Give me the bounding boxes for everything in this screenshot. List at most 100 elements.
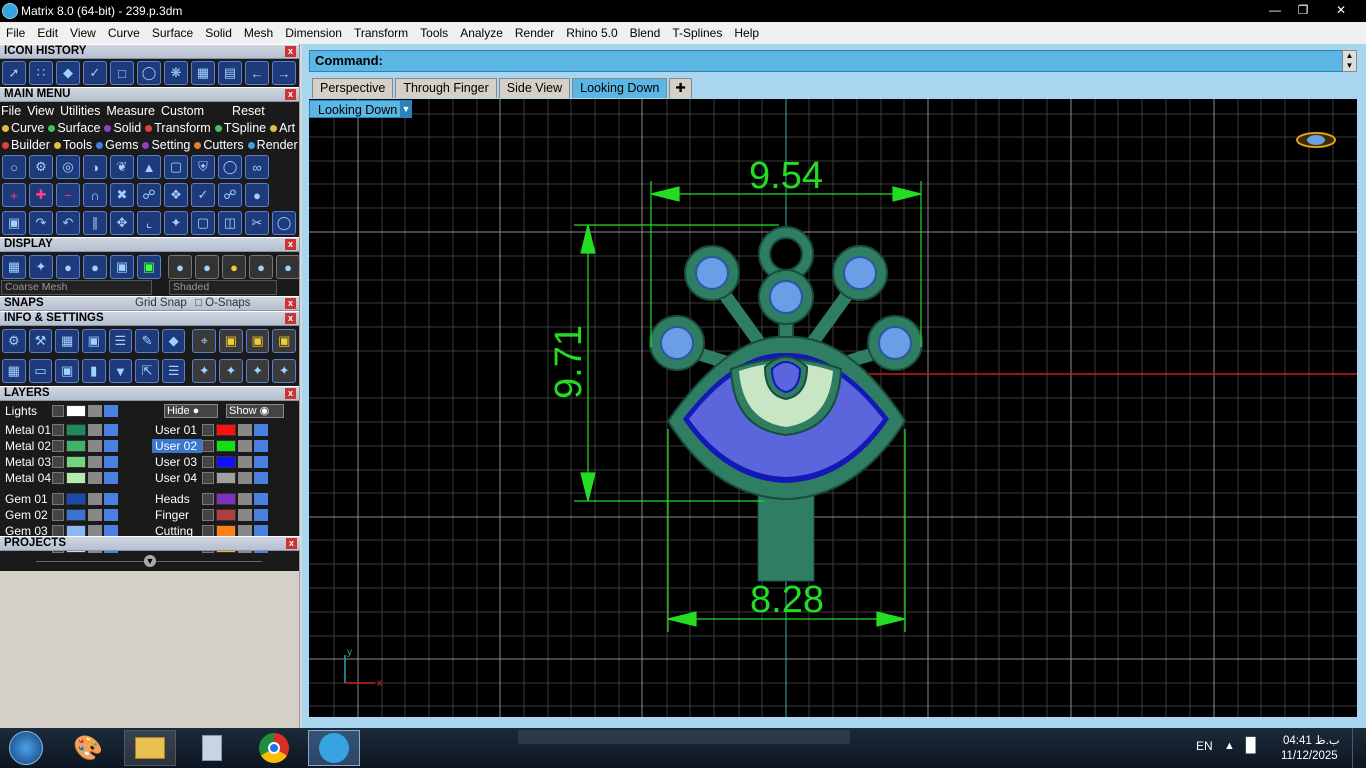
layer-color[interactable]	[216, 424, 236, 436]
layer-row[interactable]: Heads	[152, 491, 270, 507]
layer-color[interactable]	[66, 424, 86, 436]
fan-tool-icon[interactable]: ✦	[164, 211, 188, 235]
circle-tool-icon[interactable]: ○	[2, 155, 26, 179]
menu-file[interactable]: File	[0, 26, 31, 40]
mm-curve[interactable]: Curve	[2, 121, 44, 135]
lock-icon[interactable]	[238, 509, 252, 521]
grid-snap-toggle[interactable]: Grid Snap	[135, 297, 187, 310]
dim-icon[interactable]: ▣	[219, 329, 243, 353]
lock-icon[interactable]	[88, 405, 102, 417]
close-icon[interactable]: x	[285, 388, 296, 399]
plus-tool-icon[interactable]: +	[2, 183, 26, 207]
visible-icon[interactable]	[104, 493, 118, 505]
snap-d-icon[interactable]: ✦	[272, 359, 297, 383]
visible-icon[interactable]	[254, 424, 268, 436]
menu-render[interactable]: Render	[509, 26, 560, 40]
visible-icon[interactable]	[104, 509, 118, 521]
expand-icon[interactable]	[52, 472, 64, 484]
mm-utilities[interactable]: Utilities	[60, 104, 100, 118]
gem-icon[interactable]: ◆	[161, 329, 186, 353]
visible-icon[interactable]	[104, 424, 118, 436]
folder-icon[interactable]: ▤	[218, 61, 242, 85]
layer-color[interactable]	[66, 440, 86, 452]
lock-icon[interactable]	[88, 472, 102, 484]
visible-icon[interactable]	[104, 440, 118, 452]
visible-icon[interactable]	[254, 509, 268, 521]
o-snaps-toggle[interactable]: □ O-Snaps	[195, 297, 251, 310]
lock-icon[interactable]	[238, 424, 252, 436]
link-tool-icon[interactable]: ☍	[137, 183, 161, 207]
visible-icon[interactable]	[254, 493, 268, 505]
layer-color[interactable]	[66, 405, 86, 417]
menu-rhino[interactable]: Rhino 5.0	[560, 26, 623, 40]
filter-icon[interactable]: ▼	[108, 359, 133, 383]
chrome-sphere-icon[interactable]: ●	[276, 255, 299, 279]
tab-looking-down[interactable]: Looking Down	[572, 78, 668, 98]
dash-plus-tool-icon[interactable]: −	[56, 183, 80, 207]
expand-icon[interactable]	[202, 440, 214, 452]
close-icon[interactable]: x	[285, 313, 296, 324]
cross-tool-icon[interactable]: ✖	[110, 183, 134, 207]
paint-icon[interactable]: 🎨	[62, 730, 114, 766]
mm-tspline[interactable]: TSpline	[214, 121, 266, 135]
forward-arrow-icon[interactable]: →	[272, 61, 296, 85]
close-icon[interactable]: ✕	[1326, 0, 1356, 20]
network-icon[interactable]: ▉	[1246, 737, 1257, 754]
mm-gems[interactable]: Gems	[96, 138, 138, 152]
collapse-icon[interactable]: ▼	[144, 555, 156, 567]
layer-row[interactable]: Metal 03	[2, 454, 120, 470]
visible-icon[interactable]	[254, 440, 268, 452]
tab-side-view[interactable]: Side View	[498, 78, 571, 98]
visible-icon[interactable]	[104, 472, 118, 484]
globe-icon[interactable]: ◯	[137, 61, 161, 85]
expand-icon[interactable]	[52, 509, 64, 521]
check-tool-icon[interactable]: ✓	[191, 183, 215, 207]
lock-icon[interactable]	[88, 424, 102, 436]
close-icon[interactable]: x	[285, 46, 296, 57]
lock-icon[interactable]	[88, 440, 102, 452]
plus-alt-tool-icon[interactable]: ✚	[29, 183, 53, 207]
start-button[interactable]	[0, 730, 52, 766]
tray-arrow-icon[interactable]: ▲	[1224, 740, 1235, 752]
box-view-icon[interactable]: ▣	[110, 255, 134, 279]
tab-perspective[interactable]: Perspective	[312, 78, 394, 98]
bend-tool-icon[interactable]: ↶	[56, 211, 80, 235]
pattern-tool-icon[interactable]: ❖	[164, 183, 188, 207]
add-tab-icon[interactable]: ✚	[669, 78, 692, 98]
curve-arrow-icon[interactable]: ↷	[29, 211, 53, 235]
layer-row[interactable]: Metal 04	[2, 470, 120, 486]
frame-tool-icon[interactable]: ▢	[164, 155, 188, 179]
points-tool-icon[interactable]: ∷	[29, 61, 53, 85]
snap-c-icon[interactable]: ✦	[245, 359, 270, 383]
restore-icon[interactable]: ❐	[1290, 0, 1316, 20]
layer-row[interactable]: User 01	[152, 422, 270, 438]
measure-icon[interactable]: ⌖	[192, 329, 217, 353]
lock-icon[interactable]	[238, 472, 252, 484]
select-icon[interactable]: ⇱	[135, 359, 159, 383]
list-icon[interactable]: ☰	[108, 329, 133, 353]
menu-analyze[interactable]: Analyze	[454, 26, 509, 40]
dark-sphere-icon[interactable]: ●	[249, 255, 273, 279]
command-bar[interactable]: Command:	[309, 50, 1357, 72]
layer-color[interactable]	[216, 509, 236, 521]
cube-wire-icon[interactable]: ▣	[55, 359, 79, 383]
lock-icon[interactable]	[88, 456, 102, 468]
layer-row[interactable]: Metal 01	[2, 422, 120, 438]
show-button[interactable]: Show ◉	[226, 404, 284, 418]
cubes-tool-icon[interactable]: ▣	[2, 211, 26, 235]
chrome-icon[interactable]	[248, 730, 300, 766]
lock-icon[interactable]	[238, 456, 252, 468]
expand-icon[interactable]	[52, 493, 64, 505]
menu-transform[interactable]: Transform	[348, 26, 414, 40]
cone-tool-icon[interactable]: ▲	[137, 155, 161, 179]
lock-icon[interactable]	[88, 493, 102, 505]
curve-tool-icon[interactable]: ➚	[2, 61, 26, 85]
gold-sphere-icon[interactable]: ●	[222, 255, 246, 279]
metal-sphere-2-icon[interactable]: ●	[195, 255, 219, 279]
grid-icon[interactable]: ▦	[191, 61, 215, 85]
mm-transform[interactable]: Transform	[145, 121, 211, 135]
cylinder-icon[interactable]: ▮	[81, 359, 106, 383]
visible-icon[interactable]	[254, 472, 268, 484]
sphere-tool-icon[interactable]: ●	[245, 183, 269, 207]
minimize-icon[interactable]: —	[1262, 0, 1288, 20]
